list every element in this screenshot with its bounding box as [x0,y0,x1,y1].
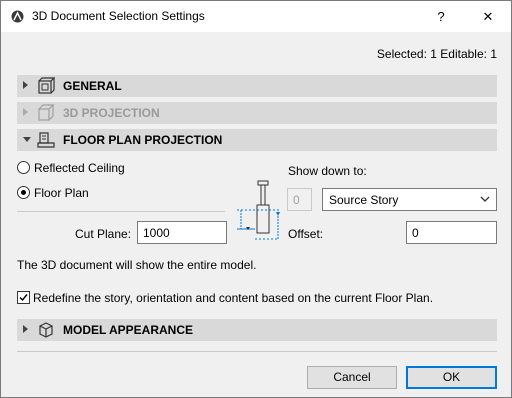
redefine-checkbox[interactable] [17,291,30,304]
model-appearance-icon [39,322,53,338]
offset-input[interactable]: 0 [406,221,497,244]
3d-projection-icon [38,104,55,121]
section-model-appearance[interactable]: MODEL APPEARANCE [17,319,497,341]
section-floor-plan-label: FLOOR PLAN PROJECTION [63,133,223,147]
expand-arrow-icon [23,81,28,89]
offset-label: Offset: [288,227,324,241]
chevron-down-icon [480,196,490,202]
show-down-select-value: Source Story [329,193,399,207]
show-down-select[interactable]: Source Story [322,188,497,211]
dialog-window: 3D Document Selection Settings ? ✕ Selec… [0,0,512,398]
section-general[interactable]: GENERAL [17,75,497,97]
redefine-label: Redefine the story, orientation and cont… [33,291,434,305]
section-floor-plan-projection[interactable]: FLOOR PLAN PROJECTION [17,129,497,151]
floor-plan-radio[interactable] [17,186,30,199]
expand-arrow-icon [23,325,28,333]
collapse-arrow-icon [23,137,31,142]
show-down-to-label: Show down to: [288,164,367,178]
expand-arrow-icon [23,108,28,116]
section-model-appearance-label: MODEL APPEARANCE [63,323,194,337]
archicad-icon [11,10,24,23]
reflected-ceiling-label: Reflected Ceiling [34,161,125,175]
checkmark-icon [19,294,28,302]
floor-plan-label: Floor Plan [34,186,89,200]
general-settings-icon [38,77,55,94]
show-down-value-field: 0 [287,188,312,211]
title-bar: 3D Document Selection Settings ? ✕ [1,1,511,32]
cut-plane-diagram [237,180,280,240]
cancel-button[interactable]: Cancel [307,366,397,389]
ok-button[interactable]: OK [406,366,497,389]
close-button[interactable]: ✕ [473,1,503,32]
section-3d-projection[interactable]: 3D PROJECTION [17,102,497,124]
selection-info: Selected: 1 Editable: 1 [376,47,497,61]
floor-plan-icon [37,132,55,148]
cut-plane-input[interactable]: 1000 [137,221,227,244]
footer-divider [17,351,497,352]
divider [17,211,225,212]
reflected-ceiling-radio[interactable] [17,161,30,174]
section-general-label: GENERAL [63,79,122,93]
info-text: The 3D document will show the entire mod… [17,258,257,272]
cut-plane-label: Cut Plane: [75,227,132,241]
help-button[interactable]: ? [426,1,456,32]
section-3d-projection-label: 3D PROJECTION [63,106,160,120]
window-title: 3D Document Selection Settings [32,9,205,23]
